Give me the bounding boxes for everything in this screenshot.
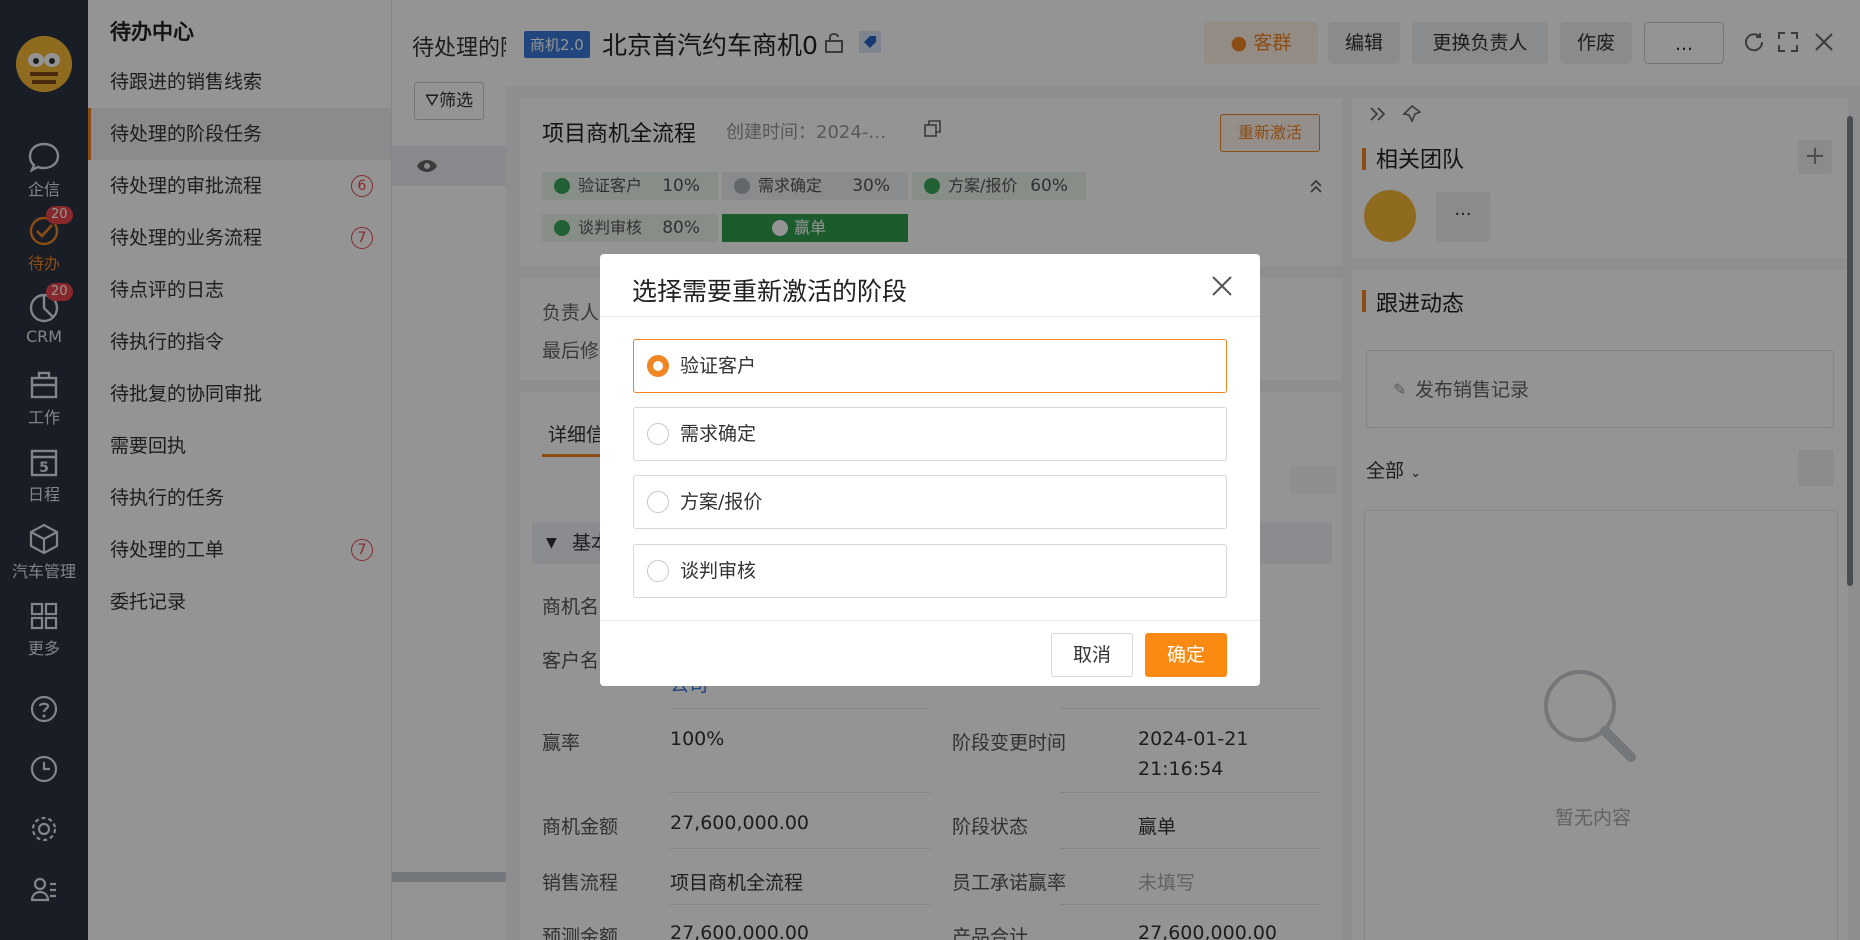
- stage-option[interactable]: 需求确定: [633, 407, 1227, 461]
- radio-selected[interactable]: [647, 355, 669, 377]
- radio[interactable]: [647, 491, 669, 513]
- confirm-button[interactable]: 确定: [1145, 633, 1227, 677]
- dialog-divider: [600, 316, 1260, 317]
- radio[interactable]: [647, 423, 669, 445]
- radio[interactable]: [647, 560, 669, 582]
- dialog-title: 选择需要重新激活的阶段: [632, 277, 908, 306]
- cancel-button[interactable]: 取消: [1051, 633, 1133, 677]
- option-label: 方案/报价: [680, 491, 763, 513]
- stage-option[interactable]: 方案/报价: [633, 475, 1227, 529]
- reactivate-stage-dialog: 选择需要重新激活的阶段 验证客户 需求确定 方案/报价 谈判审核 取消 确定: [600, 254, 1260, 686]
- option-label: 验证客户: [680, 355, 757, 377]
- close-icon[interactable]: [1210, 274, 1234, 298]
- option-label: 需求确定: [680, 423, 757, 445]
- stage-option[interactable]: 验证客户: [633, 339, 1227, 393]
- stage-option[interactable]: 谈判审核: [633, 544, 1227, 598]
- dialog-divider: [600, 620, 1260, 621]
- option-label: 谈判审核: [680, 560, 757, 582]
